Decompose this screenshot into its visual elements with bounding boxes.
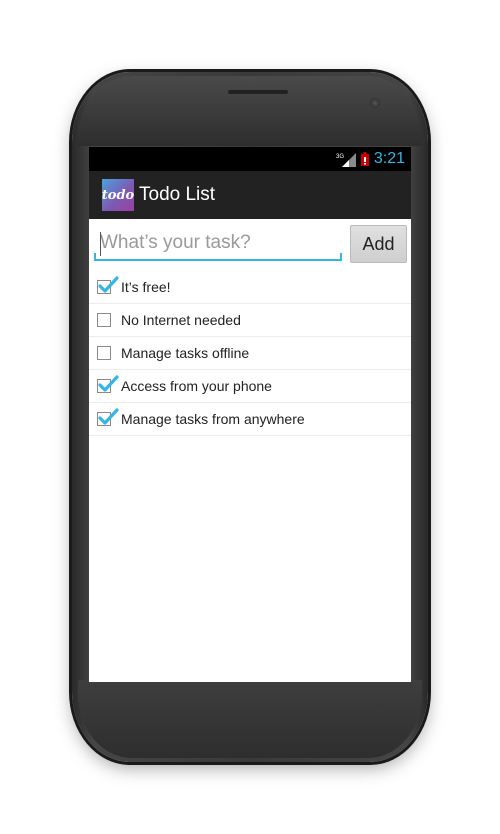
- task-checkbox[interactable]: [97, 313, 111, 327]
- task-label: It’s free!: [121, 279, 171, 295]
- app-title: Todo List: [139, 184, 216, 205]
- task-checkbox[interactable]: [97, 408, 119, 426]
- network-type-label: 3G: [336, 154, 344, 160]
- battery-low-icon: [360, 152, 369, 166]
- checkmark-icon: [98, 276, 119, 293]
- device-screen: 3G 3:21 todo Todo List Add It’s: [89, 147, 411, 682]
- task-item[interactable]: Access from your phone: [89, 370, 411, 403]
- checkmark-icon: [98, 375, 119, 392]
- phone-bottom-bezel: [78, 680, 422, 758]
- task-item[interactable]: Manage tasks from anywhere: [89, 403, 411, 436]
- task-item[interactable]: Manage tasks offline: [89, 337, 411, 370]
- task-label: Access from your phone: [121, 378, 272, 394]
- status-bar: 3G 3:21: [89, 147, 411, 171]
- task-list: It’s free! No Internet needed Manage tas…: [89, 271, 411, 436]
- new-task-row: Add: [89, 219, 411, 271]
- status-icons: 3G 3:21: [336, 149, 405, 169]
- task-input[interactable]: [94, 227, 342, 261]
- task-item[interactable]: It’s free!: [89, 271, 411, 304]
- input-left-edge: [94, 253, 96, 261]
- task-item[interactable]: No Internet needed: [89, 304, 411, 337]
- task-label: Manage tasks from anywhere: [121, 411, 305, 427]
- signal-3g-icon: 3G: [336, 153, 356, 167]
- add-button[interactable]: Add: [350, 225, 407, 263]
- input-right-edge: [340, 253, 342, 261]
- checkmark-icon: [98, 408, 119, 425]
- task-checkbox[interactable]: [97, 346, 111, 360]
- app-logo-icon[interactable]: todo: [102, 179, 134, 211]
- action-bar: todo Todo List: [89, 171, 411, 219]
- task-label: No Internet needed: [121, 312, 241, 328]
- status-clock: 3:21: [373, 150, 405, 167]
- text-cursor: [100, 232, 101, 256]
- task-checkbox[interactable]: [97, 375, 119, 393]
- task-label: Manage tasks offline: [121, 345, 250, 361]
- phone-top-bezel: [78, 76, 422, 146]
- front-camera: [370, 98, 380, 108]
- app-logo-text: todo: [101, 187, 135, 203]
- signal-bars-filled: [341, 160, 349, 167]
- earpiece-speaker: [228, 90, 288, 94]
- task-checkbox[interactable]: [97, 276, 119, 294]
